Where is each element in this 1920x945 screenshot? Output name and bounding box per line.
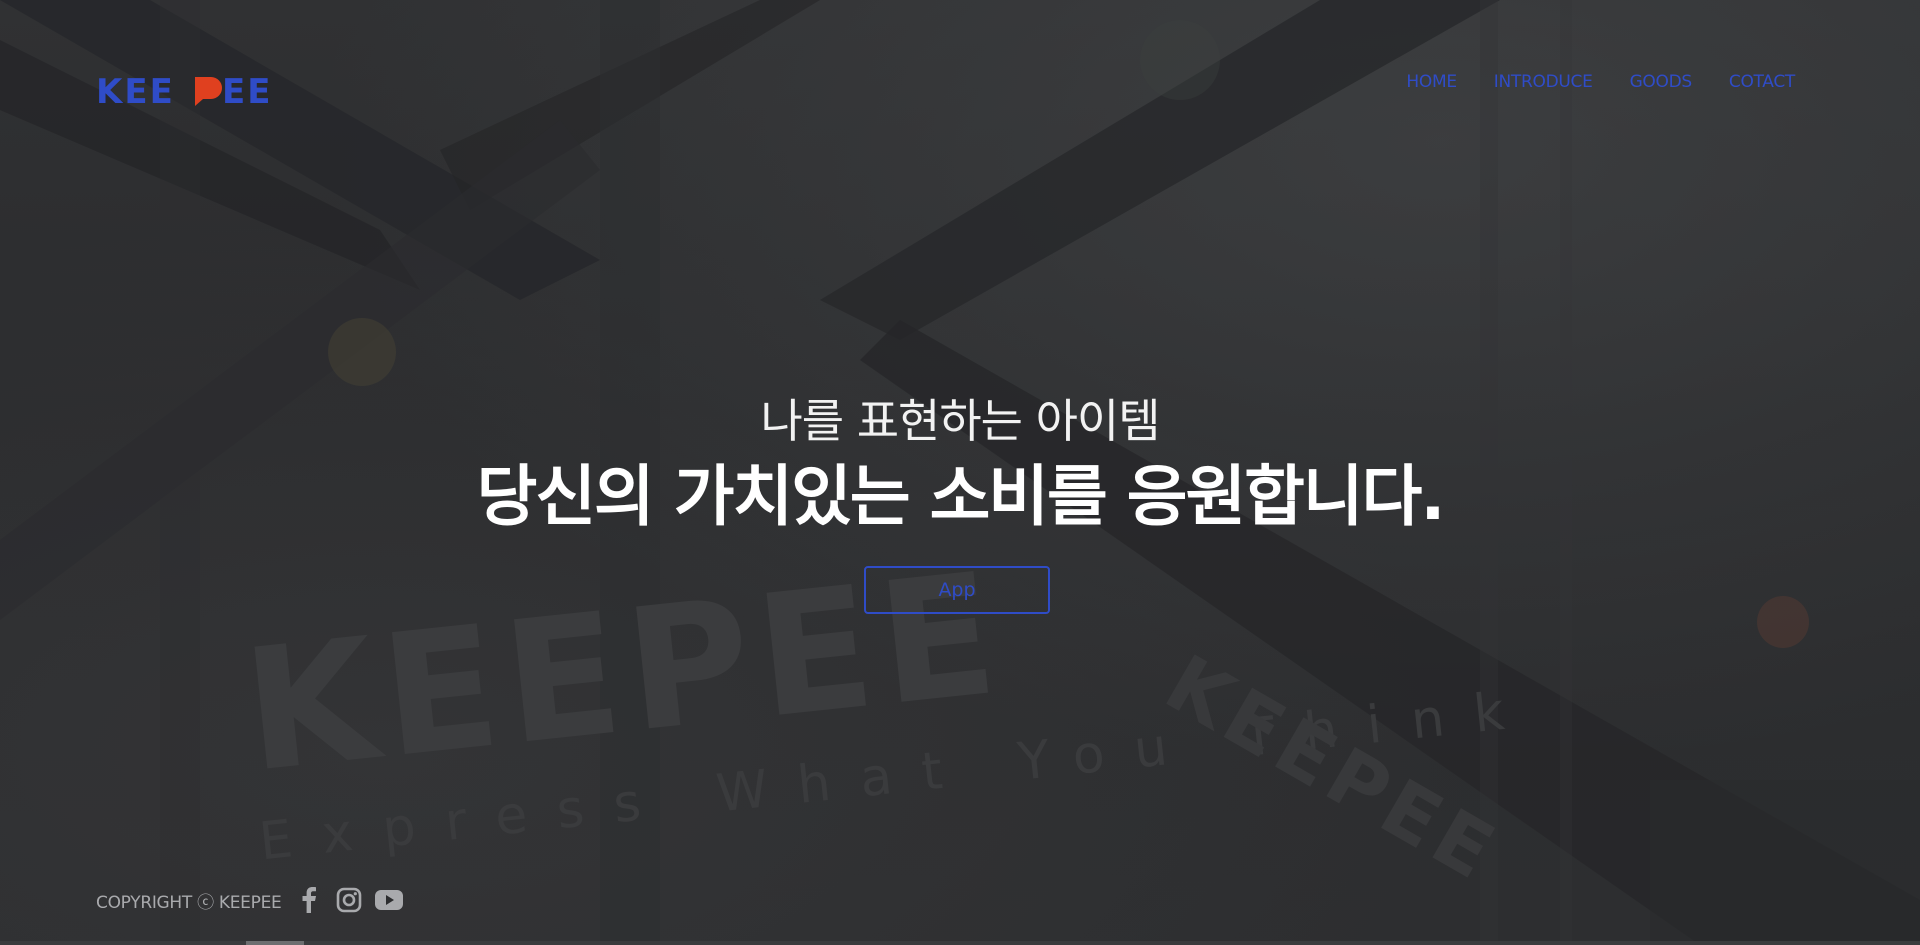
svg-text:KEE: KEE: [96, 74, 175, 106]
main-nav: HOME INTRODUCE GOODS COTACT: [1406, 72, 1795, 92]
nav-home[interactable]: HOME: [1406, 72, 1457, 92]
instagram-icon[interactable]: [335, 886, 363, 914]
scrollbar-thumb[interactable]: [246, 941, 304, 945]
copyright-text: COPYRIGHT ⓒ KEEPEE: [96, 892, 282, 913]
youtube-icon[interactable]: [375, 886, 404, 914]
facebook-icon[interactable]: [295, 886, 323, 914]
app-button[interactable]: App: [864, 566, 1050, 614]
landing-page: KEEPEE Express What You Think KEEPEE KEE…: [0, 0, 1920, 945]
nav-goods[interactable]: GOODS: [1630, 72, 1693, 92]
nav-introduce[interactable]: INTRODUCE: [1494, 72, 1593, 92]
nav-contact[interactable]: COTACT: [1729, 72, 1795, 92]
hero-subtitle: 나를 표현하는 아이템: [760, 394, 1160, 448]
hero-section: 나를 표현하는 아이템 당신의 가치있는 소비를 응원합니다.: [0, 390, 1920, 540]
footer: COPYRIGHT ⓒ KEEPEE: [96, 886, 404, 914]
svg-text:EE: EE: [222, 74, 272, 106]
hero-title: 당신의 가치있는 소비를 응원합니다.: [476, 458, 1446, 535]
keepee-logo[interactable]: KEE EE: [96, 74, 286, 106]
